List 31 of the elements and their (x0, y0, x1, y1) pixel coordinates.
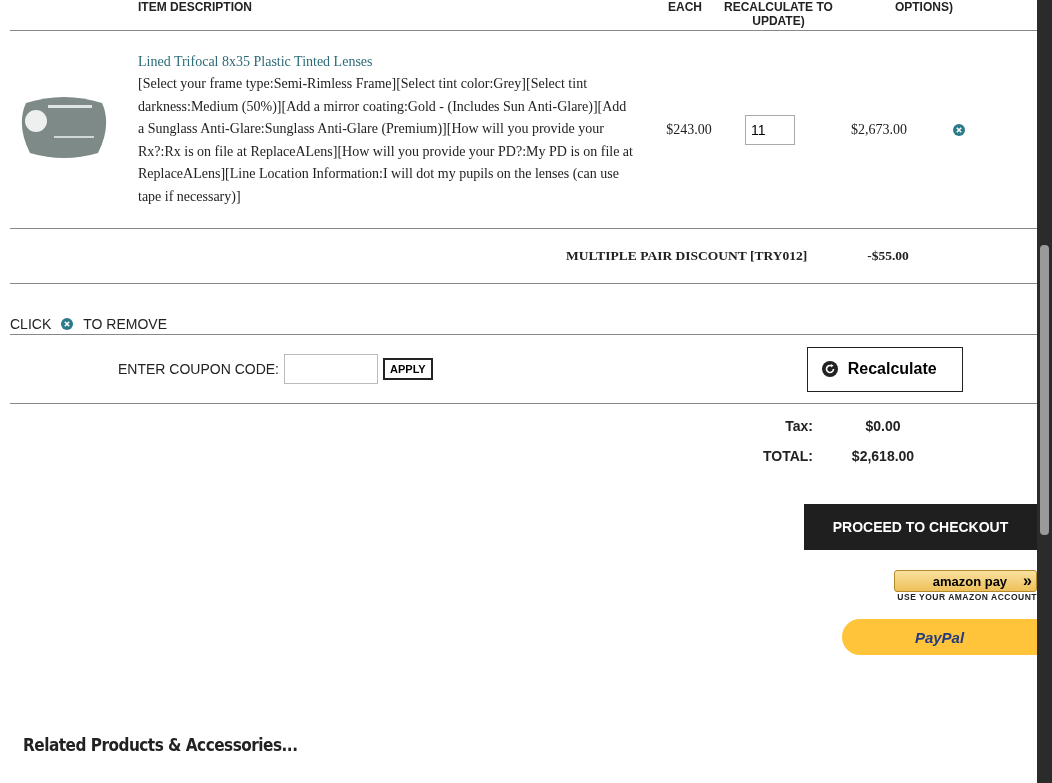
amazon-pay-button[interactable]: amazon pay » (894, 570, 1037, 592)
total-label: TOTAL: (761, 448, 813, 464)
column-heading: ITEM DESCRIPTION (138, 0, 253, 14)
column-heading: OPTIONS) (894, 0, 953, 14)
remove-icon[interactable] (953, 123, 965, 136)
unit-price: $243.00 (665, 121, 713, 138)
product-link[interactable]: Lined Trifocal 8x35 Plastic Tinted Lenses (138, 50, 633, 74)
column-heading: RECALCULATE TO (724, 0, 833, 14)
coupon-field[interactable] (284, 354, 378, 384)
refresh-icon (821, 361, 838, 377)
line-total: $2,673.00 (850, 121, 908, 138)
paypal-button[interactable]: PayPal (842, 619, 1037, 655)
remove-icon (61, 318, 74, 330)
column-heading: UPDATE) (751, 14, 806, 28)
section-heading: Related Products & Accessories... (23, 735, 299, 755)
apply-button[interactable]: APPLY (383, 358, 433, 380)
total-value: $0.00 (864, 418, 902, 434)
product-options: [Select your frame type:Semi-Rimless Frame][Select tint color:Grey][Select tint darkness:Medium (50%)][Add a mirror coating:Gold - (Includes Sun Anti-Glare)][Add a Sunglass Anti-Glare:Sunglass Anti-Glare (Premium)][How will you provide your Rx?:Rx is on file at ReplaceALens][How will you provide your PD?:My PD is on file at ReplaceALens][Line Location Information:I will dot my pupils on the lenses (can use tape if necessary)] (138, 73, 633, 209)
quantity-field[interactable]: 11 (745, 114, 795, 145)
scrollbar[interactable] (1037, 0, 1052, 783)
discount-amount: -$55.00 (867, 248, 909, 264)
amazon-pay-caption: USE YOUR AMAZON ACCOUNT (897, 592, 1037, 602)
remove-hint: TO REMOVE (83, 316, 167, 332)
checkout-button[interactable]: PROCEED TO CHECKOUT (804, 504, 1037, 550)
total-label: Tax: (784, 418, 813, 434)
discount-label: MULTIPLE PAIR DISCOUNT [TRY012] (566, 248, 808, 264)
total-value: $2,618.00 (850, 448, 916, 464)
column-heading: EACH (668, 0, 702, 14)
coupon-label: ENTER COUPON CODE: (118, 361, 279, 377)
recalculate-button[interactable]: Recalculate (806, 346, 963, 392)
remove-hint: CLICK (10, 316, 52, 332)
